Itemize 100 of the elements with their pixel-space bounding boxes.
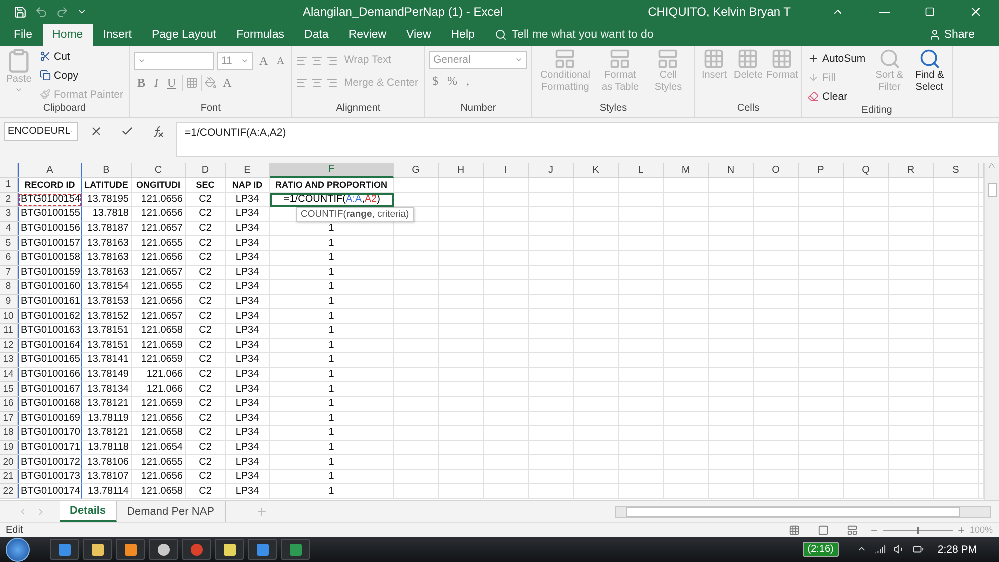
table-cell [484, 412, 529, 426]
scrollbar-thumb[interactable] [626, 506, 960, 516]
row-header[interactable]: 19 [0, 440, 18, 456]
table-cell [619, 207, 664, 222]
table-cell [484, 207, 529, 222]
table-cell [799, 470, 844, 484]
row-header[interactable]: 17 [0, 412, 18, 426]
group-label: Cells [736, 103, 761, 116]
table-cell [484, 396, 529, 412]
row-header[interactable]: 18 [0, 426, 18, 441]
column-header[interactable]: C [132, 163, 186, 178]
ribbon-tab[interactable]: Review [338, 24, 397, 46]
column-header[interactable]: J [529, 163, 574, 178]
row-header[interactable]: 8 [0, 280, 18, 295]
table-cell: C2 [186, 222, 226, 236]
battery-icon [912, 544, 924, 555]
table-cell: LP34 [226, 250, 270, 266]
column-header[interactable]: G [394, 163, 439, 178]
column-header[interactable]: E [226, 163, 270, 178]
table-cell [394, 294, 439, 310]
status-mode: Edit [6, 524, 24, 536]
column-header[interactable]: B [82, 163, 132, 178]
row-header[interactable]: 2 [0, 192, 18, 208]
app-icon [288, 542, 302, 556]
scrollbar-thumb[interactable] [988, 183, 996, 197]
column-header[interactable]: S [934, 163, 979, 178]
table-cell [934, 192, 979, 208]
table-cell [529, 353, 574, 368]
ribbon-tab[interactable]: Formulas [226, 24, 295, 46]
ribbon-tab[interactable]: Insert [93, 24, 142, 46]
ribbon-tab[interactable]: File [4, 24, 43, 46]
tell-me-field[interactable]: Tell me what you want to do [512, 29, 654, 41]
column-header[interactable]: O [754, 163, 799, 178]
ribbon-tab[interactable]: Help [441, 24, 485, 46]
table-cell [439, 470, 484, 484]
undo-icon [35, 6, 48, 18]
row-header[interactable]: 20 [0, 455, 18, 470]
taskbar-button[interactable] [149, 539, 178, 560]
table-cell [664, 294, 709, 310]
table-cell [934, 382, 979, 397]
row-header[interactable]: 3 [0, 207, 18, 222]
ribbon-tab[interactable]: Home [42, 24, 94, 46]
taskbar-button[interactable] [50, 539, 79, 560]
row-header[interactable]: 10 [0, 309, 18, 324]
column-header[interactable]: D [186, 163, 226, 178]
table-cell [394, 440, 439, 456]
sheet-tab[interactable]: Details [60, 501, 118, 522]
ribbon-tab[interactable]: Data [294, 24, 339, 46]
column-header[interactable]: H [439, 163, 484, 178]
table-cell [844, 455, 889, 470]
row-header[interactable]: 5 [0, 236, 18, 251]
table-cell: 1 [270, 484, 394, 500]
app-icon [190, 542, 204, 556]
row-header[interactable]: 6 [0, 250, 18, 266]
name-box[interactable]: ENCODEURL [4, 122, 78, 141]
clipboard-button[interactable]: Copy [38, 67, 126, 84]
editing-cell[interactable]: =1/COUNTIF(A:A,A2) [270, 192, 394, 208]
taskbar-button[interactable] [248, 539, 277, 560]
column-header[interactable]: M [664, 163, 709, 178]
taskbar-button[interactable] [116, 539, 145, 560]
row-header[interactable]: 11 [0, 324, 18, 339]
column-header[interactable]: K [574, 163, 619, 178]
column-header[interactable]: L [619, 163, 664, 178]
caret-icon [515, 56, 524, 64]
font-name-field[interactable] [134, 52, 214, 70]
row-header[interactable]: 14 [0, 368, 18, 382]
row-header[interactable]: 4 [0, 222, 18, 236]
row-header[interactable]: 22 [0, 484, 18, 500]
column-header[interactable]: A [18, 163, 82, 178]
zoom-thumb[interactable] [916, 526, 919, 534]
ribbon-tab[interactable]: Page Layout [142, 24, 227, 46]
editing-large-button[interactable]: Find & Select [912, 48, 948, 105]
column-header[interactable]: N [709, 163, 754, 178]
ribbon-tab[interactable]: View [396, 24, 442, 46]
taskbar-button[interactable] [215, 539, 244, 560]
clipboard-button[interactable]: Cut [38, 48, 126, 65]
column-header[interactable]: Q [844, 163, 889, 178]
share-button[interactable]: Share [923, 24, 981, 46]
row-header[interactable]: 21 [0, 470, 18, 484]
table-cell [754, 368, 799, 382]
row-header[interactable]: 12 [0, 338, 18, 354]
column-header[interactable]: I [484, 163, 529, 178]
editing-button[interactable]: Clear [806, 88, 868, 105]
row-header[interactable]: 1 [0, 178, 18, 193]
taskbar-button[interactable] [281, 539, 310, 560]
start-button[interactable] [6, 538, 30, 562]
column-header[interactable]: R [889, 163, 934, 178]
editing-button[interactable]: AutoSum [806, 50, 868, 67]
sheet-tab[interactable]: Demand Per NAP [117, 501, 226, 522]
row-header[interactable]: 16 [0, 396, 18, 412]
row-header[interactable]: 9 [0, 294, 18, 310]
column-header[interactable]: F [270, 163, 394, 178]
formula-field[interactable]: =1/COUNTIF(A:A,A2) [176, 122, 999, 157]
table-cell [484, 266, 529, 280]
row-header[interactable]: 15 [0, 382, 18, 397]
table-cell [844, 250, 889, 266]
row-header[interactable]: 7 [0, 266, 18, 280]
taskbar-button[interactable] [83, 539, 112, 560]
column-header[interactable]: P [799, 163, 844, 178]
row-header[interactable]: 13 [0, 353, 18, 368]
